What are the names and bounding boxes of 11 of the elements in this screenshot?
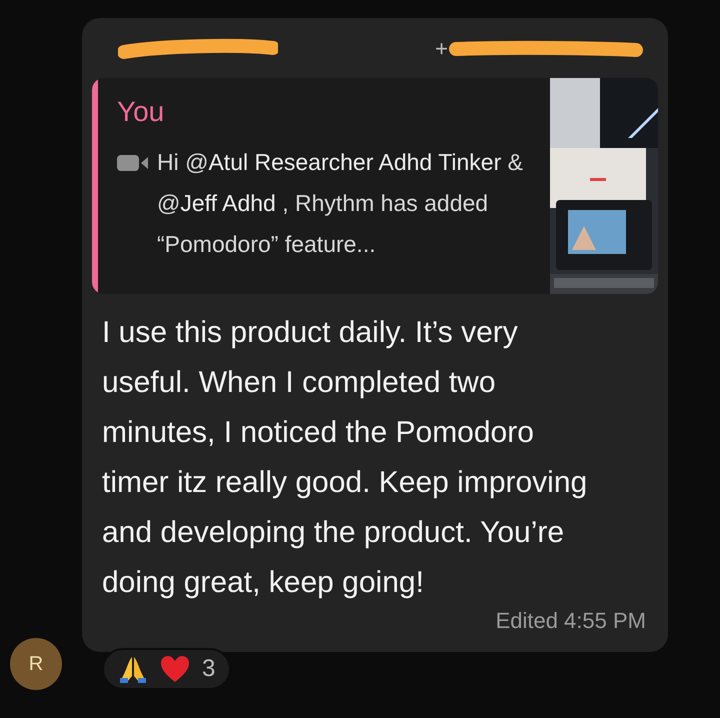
edited-timestamp: Edited 4:55 PM	[496, 608, 647, 635]
phone-number: +	[435, 36, 448, 62]
quoted-message[interactable]: You Hi @Atul Researcher Adhd Tinker & @Jeff Adhd , Rhythm has added “Pomodoro” feature...	[92, 78, 658, 294]
heart-icon	[160, 655, 190, 683]
quote-text: Hi @Atul Researcher Adhd Tinker & @Jeff Adhd , Rhythm has added “Pomodoro” feature...	[157, 148, 524, 259]
quote-author: You	[117, 96, 166, 128]
reaction-count: 3	[202, 655, 216, 683]
reactions-pill[interactable]: 3	[102, 648, 232, 690]
message-text: I use this product daily. It’s very useful. When I completed two minutes, I noticed the Pomodoro timer itz really good. Keep improving and developing the product. You’re doing great, keep going!	[101, 315, 588, 601]
avatar[interactable]: R	[10, 638, 62, 690]
video-icon	[117, 154, 151, 172]
